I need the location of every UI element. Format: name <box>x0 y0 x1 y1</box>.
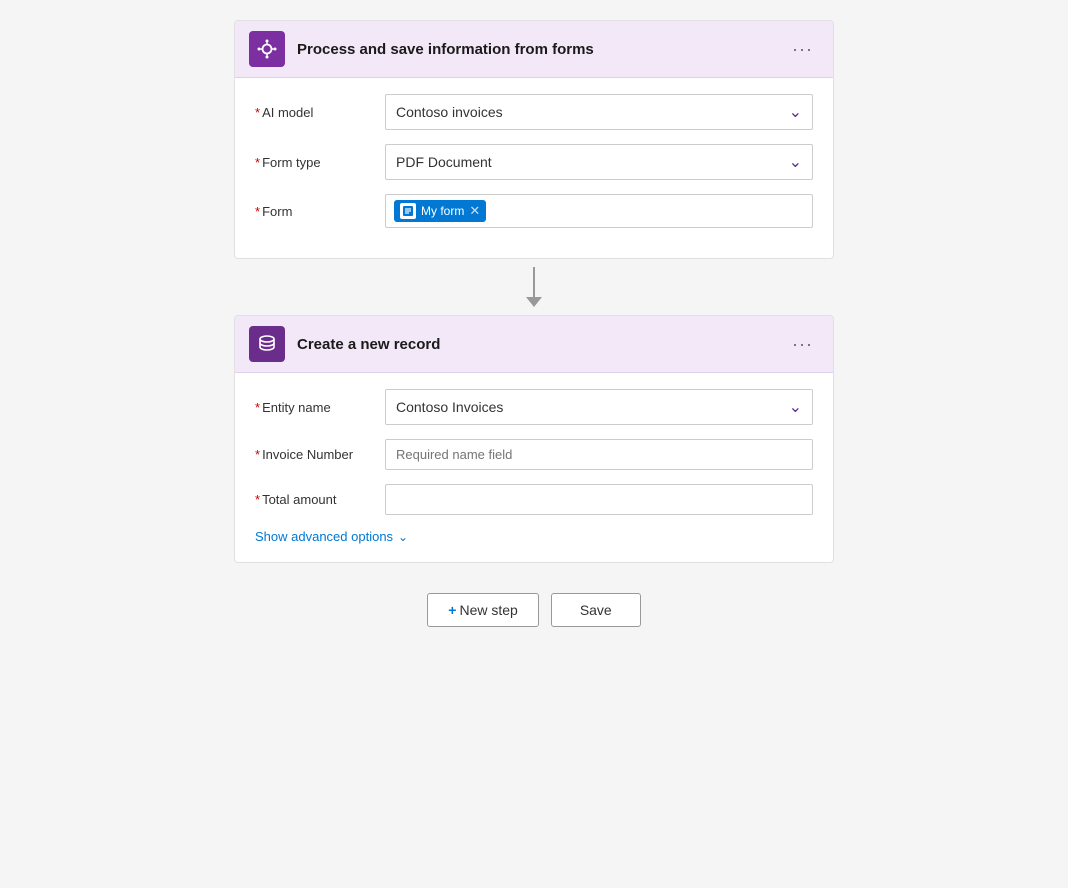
form-tag-input[interactable]: My form ✕ <box>385 194 813 228</box>
total-amount-label: *Total amount <box>255 492 385 507</box>
entity-name-row: *Entity name Contoso Invoices ⌄ <box>255 389 813 425</box>
form-tag-icon <box>400 203 416 219</box>
invoice-number-row: *Invoice Number <box>255 439 813 470</box>
ai-builder-svg <box>256 38 278 60</box>
card1-menu-button[interactable]: ··· <box>786 37 819 62</box>
advanced-options-chevron-icon: ⌄ <box>398 530 408 544</box>
card-process-forms: Process and save information from forms … <box>234 20 834 259</box>
card2-header: Create a new record ··· <box>235 316 833 373</box>
card1-header: Process and save information from forms … <box>235 21 833 78</box>
ai-model-control[interactable]: Contoso invoices ⌄ <box>385 94 813 130</box>
entity-name-label: *Entity name <box>255 400 385 415</box>
form-label: *Form <box>255 204 385 219</box>
card2-body: *Entity name Contoso Invoices ⌄ *Invoice… <box>235 373 833 562</box>
ai-model-value: Contoso invoices <box>396 104 503 120</box>
ai-builder-icon <box>249 31 285 67</box>
invoice-number-input[interactable] <box>385 439 813 470</box>
entity-name-value: Contoso Invoices <box>396 399 503 415</box>
connector-line <box>533 267 535 297</box>
advanced-options-label: Show advanced options <box>255 529 393 544</box>
form-type-label: *Form type <box>255 155 385 170</box>
entity-name-select[interactable]: Contoso Invoices ⌄ <box>385 389 813 425</box>
total-amount-required-star: * <box>255 492 260 507</box>
card-create-record: Create a new record ··· *Entity name Con… <box>234 315 834 563</box>
connector-arrowhead <box>526 297 542 307</box>
new-step-button[interactable]: +New step <box>427 593 539 627</box>
main-canvas: Process and save information from forms … <box>0 0 1068 647</box>
show-advanced-options-button[interactable]: Show advanced options ⌄ <box>255 529 408 544</box>
ai-model-row: *AI model Contoso invoices ⌄ <box>255 94 813 130</box>
form-type-control[interactable]: PDF Document ⌄ <box>385 144 813 180</box>
invoice-number-control[interactable] <box>385 439 813 470</box>
card1-title: Process and save information from forms <box>297 41 786 58</box>
total-amount-row: *Total amount <box>255 484 813 515</box>
card1-body: *AI model Contoso invoices ⌄ *Form type … <box>235 78 833 258</box>
form-type-chevron-icon: ⌄ <box>789 152 802 172</box>
save-label: Save <box>580 602 612 618</box>
ai-model-select[interactable]: Contoso invoices ⌄ <box>385 94 813 130</box>
total-amount-input[interactable] <box>385 484 813 515</box>
ai-model-chevron-icon: ⌄ <box>789 102 802 122</box>
dataverse-svg <box>256 333 278 355</box>
form-required-star: * <box>255 204 260 219</box>
form-icon-svg <box>402 205 414 217</box>
dataverse-icon <box>249 326 285 362</box>
form-row: *Form <box>255 194 813 228</box>
form-type-select[interactable]: PDF Document ⌄ <box>385 144 813 180</box>
form-type-required-star: * <box>255 155 260 170</box>
new-step-plus-icon: + <box>448 602 456 618</box>
save-button[interactable]: Save <box>551 593 641 627</box>
total-amount-control[interactable] <box>385 484 813 515</box>
my-form-tag: My form ✕ <box>394 200 486 222</box>
form-tag-remove-button[interactable]: ✕ <box>469 203 480 219</box>
advanced-options-section: Show advanced options ⌄ <box>255 529 813 544</box>
card2-title: Create a new record <box>297 336 786 353</box>
new-step-label: New step <box>459 602 517 618</box>
form-type-value: PDF Document <box>396 154 492 170</box>
form-control[interactable]: My form ✕ <box>385 194 813 228</box>
ai-model-label: *AI model <box>255 105 385 120</box>
form-tag-label: My form <box>421 204 464 218</box>
entity-name-chevron-icon: ⌄ <box>789 397 802 417</box>
ai-model-required-star: * <box>255 105 260 120</box>
bottom-actions: +New step Save <box>427 593 640 627</box>
invoice-number-label: *Invoice Number <box>255 447 385 462</box>
form-type-row: *Form type PDF Document ⌄ <box>255 144 813 180</box>
entity-name-required-star: * <box>255 400 260 415</box>
invoice-number-required-star: * <box>255 447 260 462</box>
entity-name-control[interactable]: Contoso Invoices ⌄ <box>385 389 813 425</box>
card2-menu-button[interactable]: ··· <box>786 332 819 357</box>
connector-arrow <box>526 267 542 307</box>
